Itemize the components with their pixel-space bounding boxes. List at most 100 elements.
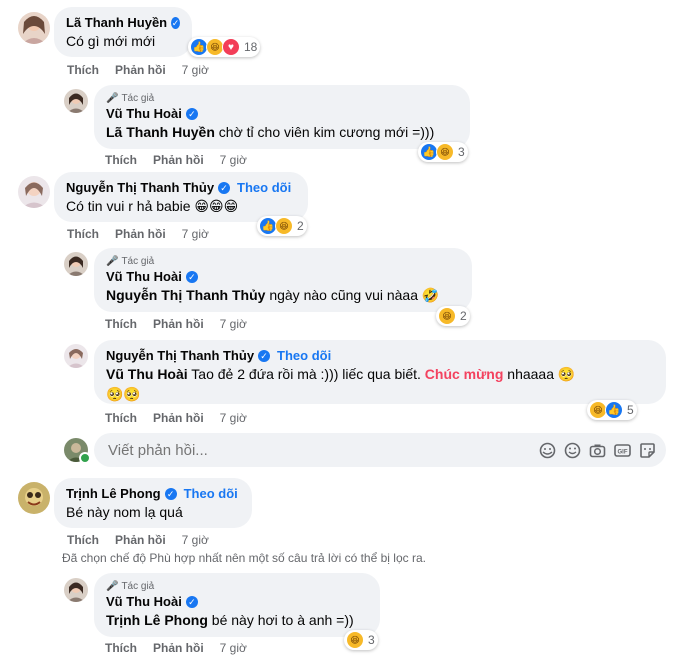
verified-badge-icon: ✓ [171, 16, 180, 29]
highlight-text: Chúc mừng [424, 366, 504, 382]
reply-button[interactable]: Phản hồi [153, 641, 204, 655]
avatar[interactable] [64, 252, 88, 276]
verified-badge-icon: ✓ [258, 349, 271, 362]
microphone-icon: 🎤 [106, 256, 119, 267]
reply-button[interactable]: Phản hồi [115, 227, 166, 241]
reactions-summary[interactable]: 👍 😆 2 [257, 216, 307, 236]
comment-bubble: Trịnh Lê Phong ✓ Theo dõi Bé này nom lạ qu… [54, 478, 252, 528]
timestamp[interactable]: 7 giờ [220, 153, 247, 167]
avatar[interactable] [18, 482, 50, 514]
like-button[interactable]: Thích [105, 411, 137, 425]
reactions-summary[interactable]: 😆 3 [344, 630, 378, 650]
verified-badge-icon: ✓ [185, 107, 198, 120]
reactions-summary[interactable]: 👍 😆 3 [418, 142, 468, 162]
reply-button[interactable]: Phản hồi [153, 411, 204, 425]
comment-text: Bé này nom lạ quá [66, 504, 183, 520]
sticker-icon[interactable] [639, 442, 656, 459]
timestamp[interactable]: 7 giờ [182, 227, 209, 241]
verified-badge-icon: ✓ [218, 181, 231, 194]
commenter-name[interactable]: Nguyễn Thị Thanh Thủy [66, 180, 214, 195]
gif-icon[interactable]: GIF [614, 442, 631, 459]
avatar[interactable] [18, 12, 50, 44]
comment-actions: Thích Phản hồi 7 giờ [105, 317, 247, 331]
reactions-summary[interactable]: 😆 👍 5 [587, 400, 637, 420]
comment-bubble: 🎤 Tác giả Vũ Thu Hoài ✓ Lã Thanh Huyền chờ… [94, 85, 470, 149]
haha-reaction-icon: 😆 [436, 143, 454, 161]
like-button[interactable]: Thích [105, 641, 137, 655]
like-button[interactable]: Thích [105, 317, 137, 331]
emoji-icon[interactable] [564, 442, 581, 459]
reaction-count: 5 [627, 403, 634, 417]
reaction-count: 2 [297, 219, 304, 233]
reaction-count: 18 [244, 40, 258, 54]
follow-link[interactable]: Theo dõi [184, 486, 238, 501]
like-button[interactable]: Thích [67, 227, 99, 241]
comment-bubble: 🎤 Tác giả Vũ Thu Hoài ✓ Nguyễn Thị Thanh T… [94, 248, 472, 312]
haha-reaction-icon: 😆 [438, 307, 456, 325]
reactions-summary[interactable]: 😆 2 [436, 306, 470, 326]
comment-actions: Thích Phản hồi 7 giờ [67, 227, 209, 241]
reaction-count: 3 [458, 145, 465, 159]
like-reaction-icon: 👍 [605, 401, 623, 419]
mention[interactable]: Lã Thanh Huyền [106, 124, 215, 140]
commenter-name[interactable]: Trịnh Lê Phong [66, 486, 161, 501]
avatar[interactable] [64, 89, 88, 113]
timestamp[interactable]: 7 giờ [220, 317, 247, 331]
mention[interactable]: Vũ Thu Hoài [106, 366, 188, 382]
timestamp[interactable]: 7 giờ [220, 641, 247, 655]
follow-link[interactable]: Theo dõi [237, 180, 291, 195]
comment-text: bé này hơi to à anh =)) [207, 612, 354, 628]
comment-actions: Thích Phản hồi 7 giờ [105, 411, 247, 425]
reply-button[interactable]: Phản hồi [115, 63, 166, 77]
avatar[interactable] [64, 344, 88, 368]
reaction-count: 3 [368, 633, 375, 647]
like-button[interactable]: Thích [67, 533, 99, 547]
comment-text: chờ tỉ cho viên kim cương mới =))) [214, 124, 435, 140]
commenter-name[interactable]: Vũ Thu Hoài [106, 106, 182, 121]
avatar[interactable] [64, 578, 88, 602]
camera-icon[interactable] [589, 442, 606, 459]
online-status-icon [79, 452, 91, 464]
comment-actions: Thích Phản hồi 7 giờ [105, 641, 247, 655]
author-label: 🎤 Tác giả [106, 93, 155, 104]
like-button[interactable]: Thích [67, 63, 99, 77]
comment-actions: Thích Phản hồi 7 giờ [67, 63, 209, 77]
comment-actions: Thích Phản hồi 7 giờ [67, 533, 209, 547]
mention[interactable]: Trịnh Lê Phong [106, 612, 208, 628]
timestamp[interactable]: 7 giờ [182, 63, 209, 77]
reactions-summary[interactable]: 👍 😆 ♥ 18 [188, 37, 261, 57]
commenter-name[interactable]: Vũ Thu Hoài [106, 594, 182, 609]
avatar-sticker-icon[interactable] [539, 442, 556, 459]
haha-reaction-icon: 😆 [346, 631, 364, 649]
love-reaction-icon: ♥ [222, 38, 240, 56]
microphone-icon: 🎤 [106, 93, 119, 104]
timestamp[interactable]: 7 giờ [182, 533, 209, 547]
comment-bubble: 🎤 Tác giả Vũ Thu Hoài ✓ Trịnh Lê Phong bé … [94, 573, 380, 637]
comment-text: Có gì mới mới [66, 33, 156, 49]
reply-composer: GIF [94, 433, 666, 467]
commenter-name[interactable]: Lã Thanh Huyền [66, 15, 167, 30]
comment-text-end: nhaaaa 🥺 [503, 366, 576, 382]
author-label: 🎤 Tác giả [106, 256, 155, 267]
comment-text: Tao đẻ 2 đứa rồi mà :))) liếc qua biết. [187, 366, 425, 382]
comment-bubble: Lã Thanh Huyền ✓ Có gì mới mới [54, 7, 192, 57]
like-button[interactable]: Thích [105, 153, 137, 167]
follow-link[interactable]: Theo dõi [277, 348, 331, 363]
avatar[interactable] [18, 176, 50, 208]
comment-text-line2: 🥺🥺 [106, 386, 141, 402]
reply-button[interactable]: Phản hồi [115, 533, 166, 547]
reply-button[interactable]: Phản hồi [153, 153, 204, 167]
haha-reaction-icon: 😆 [275, 217, 293, 235]
verified-badge-icon: ✓ [185, 595, 198, 608]
reply-input[interactable] [106, 440, 539, 460]
commenter-name[interactable]: Vũ Thu Hoài [106, 269, 182, 284]
comment-bubble: Nguyễn Thị Thanh Thủy ✓ Theo dõi Vũ Thu Ho… [94, 340, 666, 404]
timestamp[interactable]: 7 giờ [220, 411, 247, 425]
reaction-count: 2 [460, 309, 467, 323]
author-label: 🎤 Tác giả [106, 581, 155, 592]
svg-text:GIF: GIF [618, 449, 628, 455]
commenter-name[interactable]: Nguyễn Thị Thanh Thủy [106, 348, 254, 363]
reply-button[interactable]: Phản hồi [153, 317, 204, 331]
microphone-icon: 🎤 [106, 581, 119, 592]
mention[interactable]: Nguyễn Thị Thanh Thủy [106, 287, 265, 303]
